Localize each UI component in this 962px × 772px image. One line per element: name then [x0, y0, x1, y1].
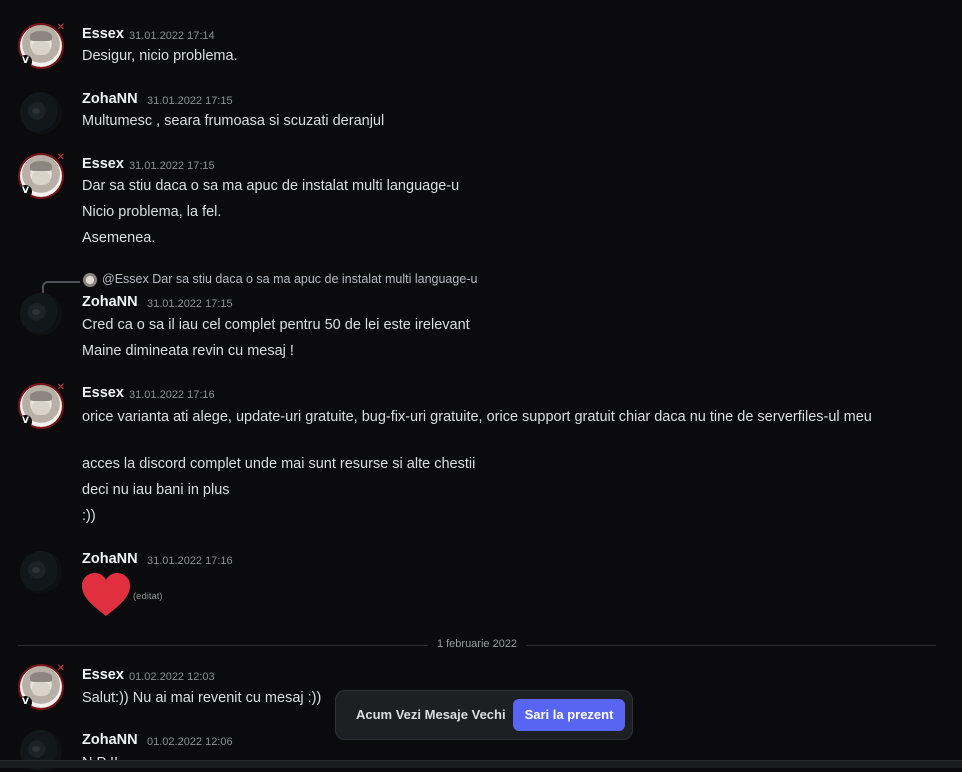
date-divider-line-right [526, 645, 936, 646]
version-badge-icon: V [19, 696, 32, 709]
avatar-image [32, 746, 40, 752]
avatar-cat-face [32, 401, 50, 415]
avatar-cat-ears [30, 31, 52, 41]
message-timestamp: 31.01.2022 17:16 [147, 555, 233, 567]
message-text: :)) [82, 508, 96, 524]
message-text: acces la discord complet unde mai sunt r… [82, 456, 476, 472]
message-timestamp: 31.01.2022 17:15 [129, 160, 215, 172]
avatar-image [32, 567, 40, 573]
message-timestamp: 31.01.2022 17:15 [147, 298, 233, 310]
message-text: deci nu iau bani in plus [82, 482, 230, 498]
avatar-cat-face [32, 682, 50, 696]
message-author[interactable]: ZohaNN [82, 91, 138, 107]
message-text: Cred ca o sa il iau cel complet pentru 5… [82, 317, 470, 333]
message-author[interactable]: Essex [82, 385, 124, 401]
version-badge-icon: V [19, 185, 32, 198]
message-text: Nicio problema, la fel. [82, 204, 222, 220]
message-author[interactable]: ZohaNN [82, 732, 138, 748]
message-author[interactable]: Essex [82, 667, 124, 683]
avatar-cat-ears [30, 672, 52, 682]
version-badge-icon: V [19, 55, 32, 68]
message-author[interactable]: Essex [82, 156, 124, 172]
reply-connector [42, 281, 80, 293]
avatar[interactable] [20, 293, 62, 335]
jump-to-present-bar: Acum Vezi Mesaje Vechi Sari la prezent [335, 690, 633, 740]
avatar-cat-face [32, 171, 50, 185]
message-author[interactable]: Essex [82, 26, 124, 42]
avatar-image [32, 309, 40, 315]
message-timestamp: 01.02.2022 12:06 [147, 736, 233, 748]
message-text: Maine dimineata revin cu mesaj ! [82, 343, 294, 359]
avatar[interactable]: ✕ V [19, 22, 65, 68]
viewing-older-messages-label: Acum Vezi Mesaje Vechi [356, 707, 506, 722]
avatar-cat-ears [30, 391, 52, 401]
date-divider-line-left [18, 645, 428, 646]
message-timestamp: 31.01.2022 17:16 [129, 389, 215, 401]
message-author[interactable]: ZohaNN [82, 551, 138, 567]
message-text: Asemenea. [82, 230, 156, 246]
avatar-decoration-icon: ✕ [56, 22, 65, 33]
avatar-decoration-icon: ✕ [56, 382, 65, 393]
avatar[interactable] [20, 551, 62, 593]
avatar[interactable] [20, 92, 62, 134]
avatar[interactable]: ✕ V [19, 663, 65, 709]
message-text: Multumesc , seara frumoasa si scuzati de… [82, 113, 385, 129]
message-text: orice varianta ati alege, update-uri gra… [82, 409, 872, 425]
avatar[interactable]: ✕ V [19, 382, 65, 428]
avatar-decoration-icon: ✕ [56, 663, 65, 674]
message-timestamp: 31.01.2022 17:15 [147, 95, 233, 107]
avatar-decoration-icon: ✕ [56, 152, 65, 163]
date-divider: 1 februarie 2022 [436, 638, 518, 650]
avatar-image [32, 108, 40, 114]
jump-to-present-button[interactable]: Sari la prezent [513, 699, 625, 731]
avatar-cat-ears [30, 161, 52, 171]
reply-mention[interactable]: @Essex [102, 272, 149, 286]
message-text: Dar sa stiu daca o sa ma apuc de instala… [82, 178, 460, 194]
heart-emoji-icon[interactable] [82, 573, 130, 617]
message-text: Desigur, nicio problema. [82, 48, 238, 64]
message-timestamp: 31.01.2022 17:14 [129, 30, 215, 42]
avatar-cat-face [32, 41, 50, 55]
edited-label: (editat) [133, 591, 163, 602]
version-badge-icon: V [19, 415, 32, 428]
message-author[interactable]: ZohaNN [82, 294, 138, 310]
reply-quoted-text: Dar sa stiu daca o sa ma apuc de instala… [152, 272, 478, 286]
message-timestamp: 01.02.2022 12:03 [129, 671, 215, 683]
reply-avatar[interactable] [83, 273, 97, 287]
avatar[interactable]: ✕ V [19, 152, 65, 198]
reply-preview[interactable]: @Essex Dar sa stiu daca o sa ma apuc de … [102, 272, 477, 286]
